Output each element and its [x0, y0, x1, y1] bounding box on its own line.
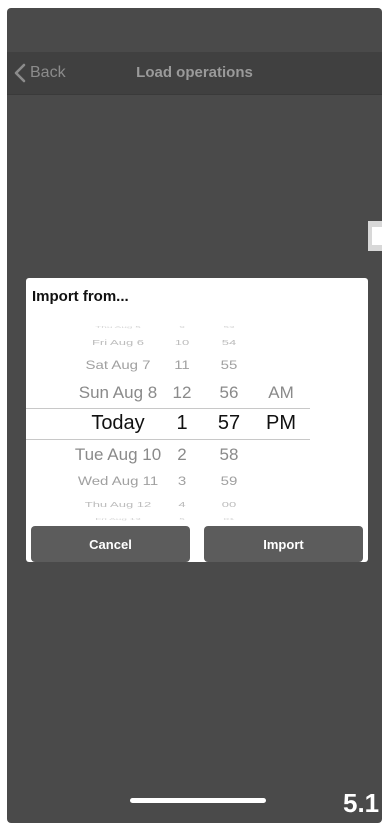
minute-option[interactable]: 59 [209, 475, 249, 489]
day-option[interactable]: Thu Aug 12 [58, 500, 178, 509]
hour-option[interactable]: 2 [162, 445, 202, 464]
cancel-button[interactable]: Cancel [31, 526, 190, 562]
minute-option[interactable]: 00 [209, 500, 249, 509]
minute-option[interactable]: 56 [209, 383, 249, 402]
minute-option[interactable]: 54 [209, 338, 249, 347]
dialog-title: Import from... [32, 288, 129, 305]
hour-option[interactable]: 3 [162, 475, 202, 489]
minute-option[interactable]: 01 [209, 518, 249, 521]
day-option[interactable]: Today [58, 412, 178, 435]
day-option[interactable]: Sat Aug 7 [58, 359, 178, 373]
app-screen: Back Load operations Import from... Thu … [7, 8, 382, 823]
hour-option[interactable]: 11 [162, 359, 202, 373]
date-time-picker[interactable]: Thu Aug 5 Fri Aug 6 Sat Aug 7 Sun Aug 8 Toda… [26, 326, 368, 521]
hour-option[interactable]: 4 [162, 500, 202, 509]
day-option[interactable]: Sun Aug 8 [58, 383, 178, 402]
hour-option[interactable]: 12 [162, 383, 202, 402]
day-option[interactable]: Wed Aug 11 [58, 475, 178, 489]
hour-option[interactable]: 5 [162, 518, 202, 521]
nav-bar: Back Load operations [7, 52, 382, 95]
selection-top-line [26, 408, 310, 409]
day-option[interactable]: Fri Aug 13 [58, 518, 178, 521]
edge-handle[interactable] [368, 221, 382, 251]
minute-option[interactable]: 57 [209, 412, 249, 435]
ampm-option[interactable]: AM [256, 383, 306, 402]
minute-option[interactable]: 58 [209, 445, 249, 464]
hour-option[interactable]: 9 [162, 326, 202, 329]
hour-option[interactable]: 1 [162, 412, 202, 435]
minute-option[interactable]: 53 [209, 326, 249, 329]
minute-option[interactable]: 55 [209, 359, 249, 373]
day-option[interactable]: Tue Aug 10 [58, 445, 178, 464]
hour-option[interactable]: 10 [162, 338, 202, 347]
import-dialog: Import from... Thu Aug 5 Fri Aug 6 Sat Aug… [26, 278, 368, 562]
import-button[interactable]: Import [204, 526, 363, 562]
selection-bottom-line [26, 439, 310, 440]
ampm-option[interactable]: PM [256, 412, 306, 435]
day-option[interactable]: Thu Aug 5 [58, 326, 178, 329]
home-indicator[interactable] [130, 798, 266, 803]
day-option[interactable]: Fri Aug 6 [58, 338, 178, 347]
version-badge: 5.1 [343, 788, 380, 818]
page-title: Load operations [136, 64, 253, 81]
